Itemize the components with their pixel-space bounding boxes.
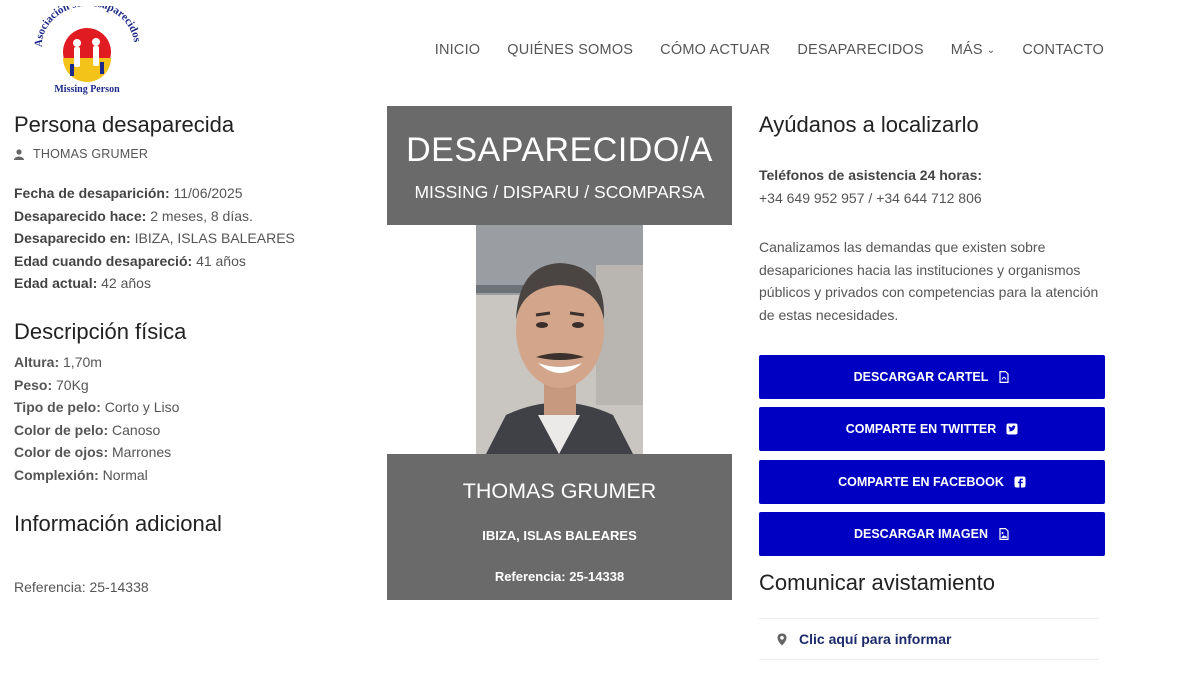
nav-mas[interactable]: MÁS ⌄: [951, 42, 996, 58]
phys-label: Complexión:: [14, 466, 99, 483]
download-poster-button[interactable]: DESCARGAR CARTEL: [759, 354, 1105, 399]
phys-label: Color de pelo:: [14, 421, 109, 438]
reference-text: Referencia: 25-14338: [14, 578, 149, 595]
fact-lugar: Desaparecido en: IBIZA, ISLAS BALEARES: [14, 227, 344, 250]
person-photo: [476, 225, 643, 454]
phys-label: Altura:: [14, 353, 60, 370]
nav-contacto[interactable]: CONTACTO: [1022, 42, 1104, 58]
section-title-info: Información adicional: [14, 510, 222, 536]
fact-label: Edad actual:: [14, 275, 98, 292]
phys-label: Tipo de pelo:: [14, 399, 101, 416]
about-text: Canalizamos las demandas que existen sob…: [759, 239, 1099, 323]
report-sighting-link[interactable]: Clic aquí para informar: [759, 618, 1099, 661]
chevron-down-icon: ⌄: [986, 45, 996, 56]
phys-color-pelo: Color de pelo: Canoso: [14, 419, 344, 442]
section-title-descripcion: Descripción física: [14, 318, 187, 344]
report-link-label: Clic aquí para informar: [799, 631, 952, 648]
nav-como-actuar[interactable]: CÓMO ACTUAR: [660, 42, 770, 58]
physical-description: Altura: 1,70m Peso: 70Kg Tipo de pelo: C…: [14, 351, 344, 487]
main-nav: INICIO QUIÉNES SOMOS CÓMO ACTUAR DESAPAR…: [435, 42, 1104, 58]
image-file-icon: [999, 528, 1009, 541]
twitter-icon: [1006, 423, 1018, 435]
nav-desaparecidos[interactable]: DESAPARECIDOS: [797, 42, 923, 58]
phys-label: Color de ojos:: [14, 444, 109, 461]
fact-value: 2 meses, 8 días.: [150, 207, 253, 224]
fact-edad-actual: Edad actual: 42 años: [14, 272, 344, 295]
share-twitter-button[interactable]: COMPARTE EN TWITTER: [759, 407, 1105, 452]
button-label: COMPARTE EN TWITTER: [845, 422, 997, 437]
fact-label: Edad cuando desapareció:: [14, 252, 193, 269]
nav-mas-label: MÁS: [950, 42, 983, 58]
button-label: DESCARGAR IMAGEN: [853, 527, 989, 542]
nav-inicio[interactable]: INICIO: [435, 42, 481, 58]
fact-hace: Desaparecido hace: 2 meses, 8 días.: [14, 205, 344, 228]
action-buttons: DESCARGAR CARTEL COMPARTE EN TWITTER COM…: [759, 354, 1105, 557]
phys-peso: Peso: 70Kg: [14, 374, 344, 397]
button-label: DESCARGAR CARTEL: [853, 369, 989, 384]
button-label: COMPARTE EN FACEBOOK: [838, 474, 1004, 489]
phys-value: 70Kg: [56, 376, 89, 393]
poster-footer: THOMAS GRUMER IBIZA, ISLAS BALEARES Refe…: [387, 454, 732, 600]
poster-name: THOMAS GRUMER: [462, 479, 657, 503]
nav-quienes-somos[interactable]: QUIÉNES SOMOS: [507, 42, 633, 58]
map-pin-icon: [777, 633, 787, 646]
author-name: THOMAS GRUMER: [33, 147, 149, 161]
phys-label: Peso:: [14, 376, 53, 393]
poster-place: IBIZA, ISLAS BALEARES: [482, 528, 637, 543]
poster-reference: Referencia: 25-14338: [494, 569, 625, 584]
help-locate-section: Ayúdanos a localizarlo Teléfonos de asis…: [759, 112, 1105, 661]
fact-label: Desaparecido hace:: [14, 207, 147, 224]
user-icon: [14, 148, 24, 160]
section-title-comunicar: Comunicar avistamiento: [759, 570, 995, 596]
poster-subheading: MISSING / DISPARU / SCOMPARSA: [414, 182, 705, 202]
phys-value: Canoso: [112, 421, 161, 438]
share-facebook-button[interactable]: COMPARTE EN FACEBOOK: [759, 459, 1105, 504]
phys-altura: Altura: 1,70m: [14, 351, 344, 374]
facebook-icon: [1014, 476, 1026, 488]
pdf-file-icon: [999, 370, 1009, 383]
fact-value: IBIZA, ISLAS BALEARES: [134, 230, 295, 247]
section-title-ayudanos: Ayúdanos a localizarlo: [759, 112, 979, 137]
disappearance-facts: Fecha de desaparición: 11/06/2025 Desapa…: [14, 182, 344, 295]
phones-numbers: +34 649 952 957 / +34 644 712 806: [759, 189, 982, 206]
fact-value: 41 años: [196, 252, 246, 269]
missing-person-details: Persona desaparecida THOMAS GRUMER Fecha…: [14, 112, 344, 595]
section-title-persona: Persona desaparecida: [14, 112, 235, 137]
phones-label: Teléfonos de asistencia 24 horas:: [759, 167, 983, 183]
phys-complexion: Complexión: Normal: [14, 464, 344, 487]
fact-value: 11/06/2025: [173, 185, 243, 201]
phys-value: Corto y Liso: [104, 399, 180, 416]
fact-value: 42 años: [101, 275, 151, 292]
missing-poster: DESAPARECIDO/A MISSING / DISPARU / SCOMP…: [387, 106, 732, 600]
site-logo[interactable]: Asociación sosdesaparecidos Missing Pers…: [30, 0, 144, 96]
phys-color-ojos: Color de ojos: Marrones: [14, 441, 344, 464]
phys-value: Marrones: [112, 444, 172, 461]
logo-emblem-icon: Asociación sosdesaparecidos Missing Pers…: [33, 0, 144, 95]
author-line: THOMAS GRUMER: [14, 147, 344, 161]
fact-fecha: Fecha de desaparición: 11/06/2025: [14, 182, 344, 205]
fact-edad-desaparicion: Edad cuando desapareció: 41 años: [14, 250, 344, 273]
fact-label: Desaparecido en:: [14, 230, 131, 247]
fact-label: Fecha de desaparición:: [14, 185, 170, 201]
download-image-button[interactable]: DESCARGAR IMAGEN: [759, 512, 1105, 557]
phys-value: 1,70m: [63, 353, 102, 370]
phys-value: Normal: [102, 466, 148, 483]
logo-tagline: Missing Person: [54, 84, 120, 95]
poster-header: DESAPARECIDO/A MISSING / DISPARU / SCOMP…: [387, 106, 732, 225]
phys-tipo-pelo: Tipo de pelo: Corto y Liso: [14, 396, 344, 419]
phone-info: Teléfonos de asistencia 24 horas: +34 64…: [759, 164, 1105, 209]
poster-heading: DESAPARECIDO/A: [406, 131, 713, 169]
